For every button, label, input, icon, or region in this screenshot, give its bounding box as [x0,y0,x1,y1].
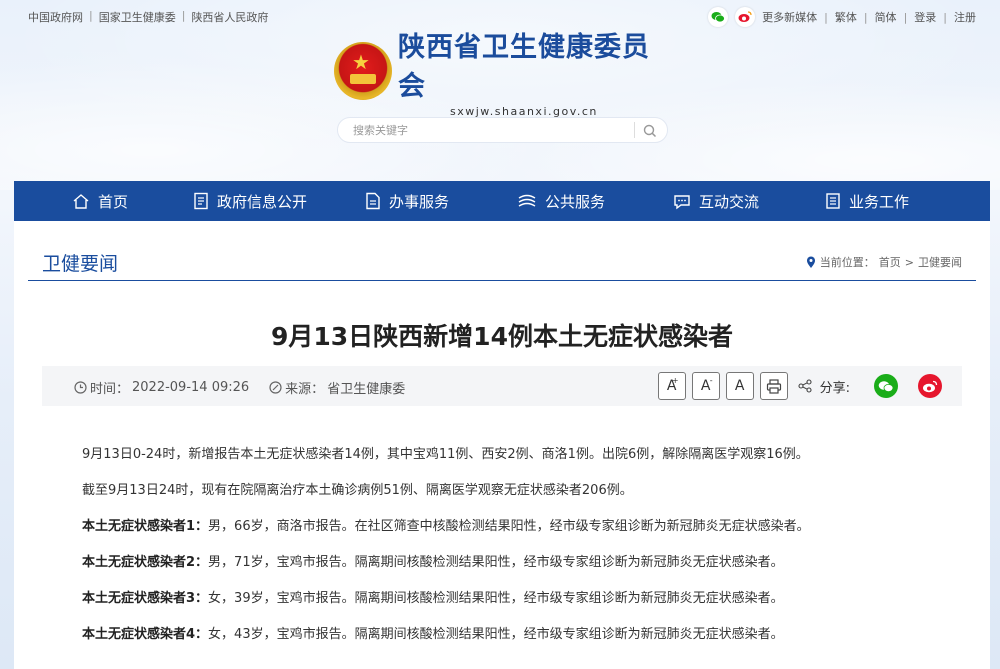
share-label: 分享: [819,380,850,396]
paragraph-text: 女，43岁，宝鸡市报告。隔离期间核酸检测结果阳性，经市级专家组诊断为新冠肺炎无症… [208,627,784,642]
article-paragraph: 本土无症状感染者1：男，66岁，商洛市报告。在社区筛查中核酸检测结果阳性，经市级… [82,517,942,553]
search-divider [634,122,635,138]
share-icon [798,379,812,393]
article-source: 来源： 省卫生健康委 [269,378,405,397]
article-paragraph: 本土无症状感染者3：女，39岁，宝鸡市报告。隔离期间核酸检测结果阳性，经市级专家… [82,589,942,625]
site-domain: sxwjw.shaanxi.gov.cn [450,104,598,118]
font-increase-button[interactable]: A + [657,372,686,400]
top-bar: 中国政府网 | 国家卫生健康委 | 陕西省人民政府 更多新媒体 | 繁体 | 简… [28,7,976,27]
paragraph-lead: 本土无症状感染者1： [82,519,209,534]
weibo-icon[interactable] [735,7,756,27]
separator: | [943,10,947,24]
article-paragraph: 截至9月13日24时，现有在院隔离治疗本土确诊病例51例、隔离医学观察无症状感染… [82,481,942,517]
wechat-icon[interactable] [708,7,729,27]
article-meta: 时间： 2022-09-14 09:26 来源： 省卫生健康委 [74,378,425,397]
separator: | [824,10,828,24]
service-icon [518,194,536,207]
article-body: 9月13日0-24时，新增报告本土无症状感染者14例，其中宝鸡11例、西安2例、… [82,445,942,661]
separator: | [89,9,93,22]
breadcrumb-separator: > [904,255,914,269]
main-nav: 首页 政府信息公开 办事服务 公共服务 互动交流 业务工作 [14,181,990,221]
login-link[interactable]: 登录 [914,9,936,25]
font-decrease-button[interactable]: A- [691,372,720,400]
simplified-chinese-link[interactable]: 简体 [875,9,897,25]
time-value: 2022-09-14 09:26 [132,380,250,395]
nav-item-gov-info[interactable]: 政府信息公开 [193,181,365,221]
breadcrumb-home-link[interactable]: 首页 [879,254,901,270]
print-icon [766,378,781,394]
separator: | [903,10,908,24]
paragraph-lead: 本土无症状感染者2： [82,555,209,570]
article-paragraph: 9月13日0-24时，新增报告本土无症状感染者14例，其中宝鸡11例、西安2例、… [82,445,942,481]
paragraph-text: 女，39岁，宝鸡市报告。隔离期间核酸检测结果阳性，经市级专家组诊断为新冠肺炎无症… [208,591,784,606]
article-meta-bar: 时间： 2022-09-14 09:26 来源： 省卫生健康委 A + A- A … [42,366,962,406]
site-title: 陕西省卫生健康委员会 sxwjw.shaanxi.gov.cn [398,25,674,118]
section-header: 卫健要闻 当前位置： 首页 > 卫健要闻 [28,221,976,281]
print-button[interactable] [759,372,788,400]
top-links: 中国政府网 | 国家卫生健康委 | 陕西省人民政府 [28,9,268,25]
search-box [337,117,668,143]
nav-item-label: 互动交流 [699,192,760,211]
nav-item-interaction[interactable]: 互动交流 [673,181,825,221]
paragraph-text: 男，71岁，宝鸡市报告。隔离期间核酸检测结果阳性，经市级专家组诊断为新冠肺炎无症… [208,555,784,570]
file-icon [366,192,380,210]
nav-item-label: 政府信息公开 [217,192,308,211]
share-wechat-icon[interactable] [874,374,898,398]
document-icon [194,192,208,210]
paragraph-text: 截至9月13日24时，现有在院隔离治疗本土确诊病例51例、隔离医学观察无症状感染… [82,483,633,498]
site-logo[interactable]: 陕西省卫生健康委员会 sxwjw.shaanxi.gov.cn [334,32,674,118]
paragraph-lead: 本土无症状感染者3： [82,591,209,606]
location-pin-icon [806,256,815,268]
clock-icon [74,381,87,394]
breadcrumb-current-link[interactable]: 卫健要闻 [918,254,962,270]
nav-item-label: 公共服务 [545,192,606,211]
home-icon [73,193,89,209]
share-weibo-icon[interactable] [918,374,942,398]
register-link[interactable]: 注册 [954,9,976,25]
site-name: 陕西省卫生健康委员会 [398,31,650,102]
chat-icon [674,194,690,209]
publish-time: 时间： 2022-09-14 09:26 [74,378,249,397]
nav-item-label: 业务工作 [849,192,910,211]
link-gov-cn[interactable]: 中国政府网 [28,9,83,25]
search-icon[interactable] [643,123,657,142]
article-paragraph: 本土无症状感染者2：男，71岁，宝鸡市报告。隔离期间核酸检测结果阳性，经市级专家… [82,553,942,589]
traditional-chinese-link[interactable]: 繁体 [835,9,857,25]
national-emblem-icon [334,42,392,100]
separator: | [863,10,868,24]
source-value: 省卫生健康委 [327,382,406,397]
article-tools: A + A- A 分享: [657,372,942,400]
more-media-link[interactable]: 更多新媒体 [762,9,817,25]
nav-item-services[interactable]: 办事服务 [365,181,517,221]
paragraph-text: 9月13日0-24时，新增报告本土无症状感染者14例，其中宝鸡11例、西安2例、… [82,447,809,462]
breadcrumb: 当前位置： 首页 > 卫健要闻 [806,254,962,270]
paragraph-lead: 本土无症状感染者4： [82,627,209,642]
content-panel: 卫健要闻 当前位置： 首页 > 卫健要闻 9月13日陕西新增14例本土无症状感染… [14,221,990,669]
source-label: 来源： [285,382,325,397]
search-input[interactable] [338,118,628,142]
nav-item-label: 首页 [98,192,129,211]
task-icon [826,193,840,209]
paragraph-text: 男，66岁，商洛市报告。在社区筛查中核酸检测结果阳性，经市级专家组诊断为新冠肺炎… [208,519,810,534]
time-label: 时间： [90,382,130,397]
location-label: 当前位置： [819,256,875,269]
top-bar-right: 更多新媒体 | 繁体 | 简体 | 登录 | 注册 [708,7,976,27]
nav-item-home[interactable]: 首页 [72,181,193,221]
nav-item-public-service[interactable]: 公共服务 [517,181,673,221]
font-reset-label: A [734,378,745,394]
link-shaanxi-gov[interactable]: 陕西省人民政府 [191,9,268,25]
link-nhc[interactable]: 国家卫生健康委 [99,9,176,25]
article-paragraph: 本土无症状感染者4：女，43岁，宝鸡市报告。隔离期间核酸检测结果阳性，经市级专家… [82,625,942,661]
separator: | [181,9,186,22]
nav-item-work[interactable]: 业务工作 [825,181,965,221]
source-icon [269,381,282,394]
article-title: 9月13日陕西新增14例本土无症状感染者 [271,322,733,351]
nav-item-label: 办事服务 [389,192,450,211]
section-title: 卫健要闻 [42,253,119,275]
font-reset-button[interactable]: A [725,372,754,400]
